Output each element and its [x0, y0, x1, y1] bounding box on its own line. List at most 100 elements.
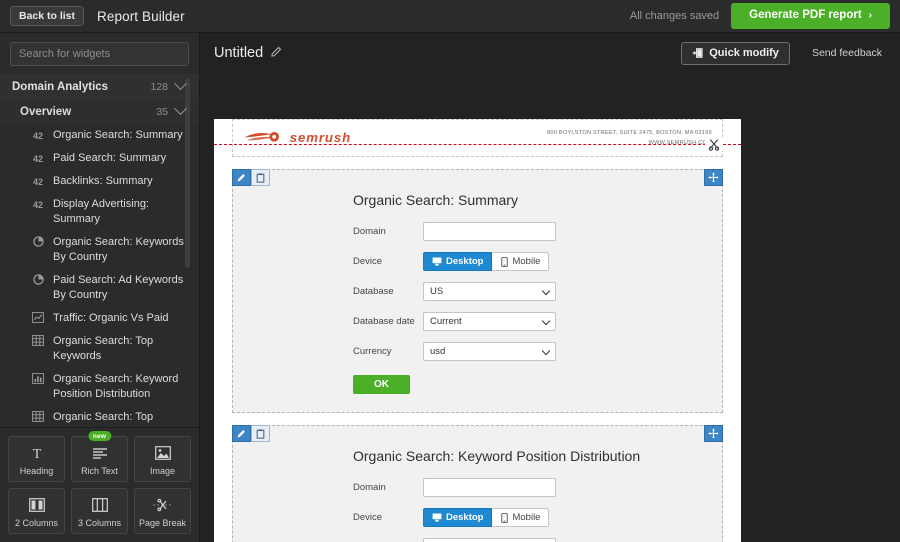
- sidebar-widget-keyword-position-distribution[interactable]: Organic Search: Keyword Position Distrib…: [0, 368, 199, 406]
- widget-toolbar: [232, 169, 270, 186]
- move-widget-handle[interactable]: [704, 169, 723, 186]
- database-select[interactable]: US: [423, 282, 556, 301]
- quick-modify-label: Quick modify: [709, 46, 779, 59]
- quick-modify-button[interactable]: Quick modify: [681, 41, 790, 65]
- palette-heading-button[interactable]: T Heading: [8, 436, 65, 482]
- database-date-select[interactable]: Current: [423, 312, 556, 331]
- database-select[interactable]: US: [423, 538, 556, 542]
- letterhead-block: semrush 800 BOYLSTON STREET, SUITE 2475,…: [232, 119, 723, 157]
- pie-chart-icon: [30, 273, 46, 285]
- desktop-icon: [432, 257, 442, 266]
- widget-ok-button[interactable]: OK: [353, 375, 410, 394]
- widget-label: Paid Search: Summary: [53, 152, 167, 164]
- edit-widget-button[interactable]: [232, 169, 251, 186]
- palette-three-columns-button[interactable]: 3 Columns: [71, 488, 128, 534]
- widget-submit-row: OK: [233, 372, 722, 394]
- pie-chart-icon: [30, 235, 46, 247]
- widget-title: Organic Search: Keyword Position Distrib…: [353, 448, 641, 464]
- generate-pdf-report-button[interactable]: Generate PDF report ›: [731, 3, 890, 29]
- top-bar: Back to list Report Builder All changes …: [0, 0, 900, 33]
- form-row-currency: Currency usd: [353, 342, 722, 361]
- group-overview[interactable]: Overview 35: [0, 99, 199, 124]
- back-to-list-button[interactable]: Back to list: [10, 5, 85, 27]
- chevron-right-icon: ›: [868, 10, 872, 21]
- page-title: Untitled: [214, 45, 264, 61]
- widget-toolbar: [232, 425, 270, 442]
- widget-label: Traffic: Organic Vs Paid: [53, 312, 169, 324]
- panel-toggle-icon: [692, 48, 703, 58]
- heading-icon: T: [29, 443, 45, 463]
- bar-chart-icon: [30, 372, 46, 384]
- palette-label: Heading: [19, 465, 54, 476]
- sidebar-widget-organic-top-competitors[interactable]: Organic Search: Top Competitors: [0, 406, 199, 427]
- palette-label: 2 Columns: [14, 517, 59, 528]
- sidebar-widget-paid-search-summary[interactable]: 42 Paid Search: Summary: [0, 147, 199, 170]
- report-builder-app: Back to list Report Builder All changes …: [0, 0, 900, 542]
- sidebar-widget-organic-keywords-by-country[interactable]: Organic Search: Keywords By Country: [0, 231, 199, 269]
- currency-select[interactable]: usd: [423, 342, 556, 361]
- form-row-database: Database US: [353, 538, 722, 542]
- table-icon: [30, 410, 46, 422]
- form-row-device: Device Desktop Mobile: [353, 252, 722, 271]
- semrush-logo: semrush: [243, 127, 363, 149]
- palette-rich-text-button[interactable]: new Rich Text: [71, 431, 128, 482]
- widget-search-wrap: [0, 33, 199, 74]
- device-desktop-label: Desktop: [446, 512, 484, 523]
- form-row-domain: Domain: [353, 222, 722, 241]
- widget-label: Organic Search: Summary: [53, 129, 183, 141]
- device-mobile-label: Mobile: [512, 256, 541, 267]
- sidebar-widget-display-advertising-summary[interactable]: 42 Display Advertising: Summary: [0, 193, 199, 231]
- palette-image-button[interactable]: Image: [134, 436, 191, 482]
- widget-label: Organic Search: Top Competitors: [53, 411, 154, 427]
- field-label: Domain: [353, 226, 386, 237]
- device-mobile-button[interactable]: Mobile: [493, 508, 550, 527]
- palette-label: 3 Columns: [77, 517, 122, 528]
- edit-widget-button[interactable]: [232, 425, 251, 442]
- device-mobile-button[interactable]: Mobile: [493, 252, 550, 271]
- move-widget-handle[interactable]: [704, 425, 723, 442]
- device-desktop-button[interactable]: Desktop: [423, 252, 493, 271]
- number-42-icon: 42: [32, 131, 43, 141]
- sidebar-widget-paid-ad-keywords-by-country[interactable]: Paid Search: Ad Keywords By Country: [0, 269, 199, 307]
- page-break-icon: [152, 495, 173, 515]
- domain-input[interactable]: [423, 222, 556, 241]
- form-row-database: Database US: [353, 282, 722, 301]
- form-row-domain: Domain: [353, 478, 722, 497]
- sidebar-scrollbar-thumb[interactable]: [185, 78, 190, 268]
- widget-label: Organic Search: Keyword Position Distrib…: [53, 373, 179, 400]
- duplicate-widget-button[interactable]: [251, 425, 270, 442]
- sidebar: Domain Analytics 128 Overview 35 42 Orga…: [0, 33, 200, 542]
- app-title: Report Builder: [97, 8, 185, 24]
- field-label: Domain: [353, 482, 386, 493]
- group-domain-analytics[interactable]: Domain Analytics 128: [0, 74, 199, 99]
- search-input[interactable]: [10, 42, 189, 66]
- sidebar-widget-organic-search-summary[interactable]: 42 Organic Search: Summary: [0, 124, 199, 147]
- group-count: 35: [156, 105, 168, 118]
- svg-text:T: T: [32, 447, 41, 461]
- sidebar-widget-organic-top-keywords[interactable]: Organic Search: Top Keywords: [0, 330, 199, 368]
- sidebar-widget-backlinks-summary[interactable]: 42 Backlinks: Summary: [0, 170, 199, 193]
- edit-pencil-icon[interactable]: [271, 46, 282, 60]
- palette-page-break-button[interactable]: Page Break: [134, 488, 191, 534]
- field-label: Currency: [353, 346, 392, 357]
- widget-palette: T Heading new Rich Text Image 2 Columns …: [0, 427, 199, 542]
- report-canvas: semrush 800 BOYLSTON STREET, SUITE 2475,…: [200, 73, 900, 542]
- duplicate-widget-button[interactable]: [251, 169, 270, 186]
- palette-label: Image: [149, 465, 175, 476]
- field-label: Device: [353, 512, 383, 523]
- sidebar-widget-traffic-organic-vs-paid[interactable]: Traffic: Organic Vs Paid: [0, 307, 199, 330]
- send-feedback-link[interactable]: Send feedback: [812, 47, 882, 59]
- new-badge: new: [87, 431, 112, 441]
- group-label: Overview: [20, 105, 72, 118]
- device-desktop-button[interactable]: Desktop: [423, 508, 493, 527]
- palette-two-columns-button[interactable]: 2 Columns: [8, 488, 65, 534]
- mobile-icon: [501, 256, 509, 267]
- number-42-icon: 42: [32, 154, 43, 164]
- report-widget[interactable]: Organic Search: Summary Domain Device De…: [232, 169, 723, 413]
- number-42-icon: 42: [32, 177, 43, 187]
- form-row-database-date: Database date Current: [353, 312, 722, 331]
- domain-input[interactable]: [423, 478, 556, 497]
- device-desktop-label: Desktop: [446, 256, 484, 267]
- database-date-select-value: Current: [430, 316, 462, 327]
- report-widget[interactable]: Organic Search: Keyword Position Distrib…: [232, 425, 723, 542]
